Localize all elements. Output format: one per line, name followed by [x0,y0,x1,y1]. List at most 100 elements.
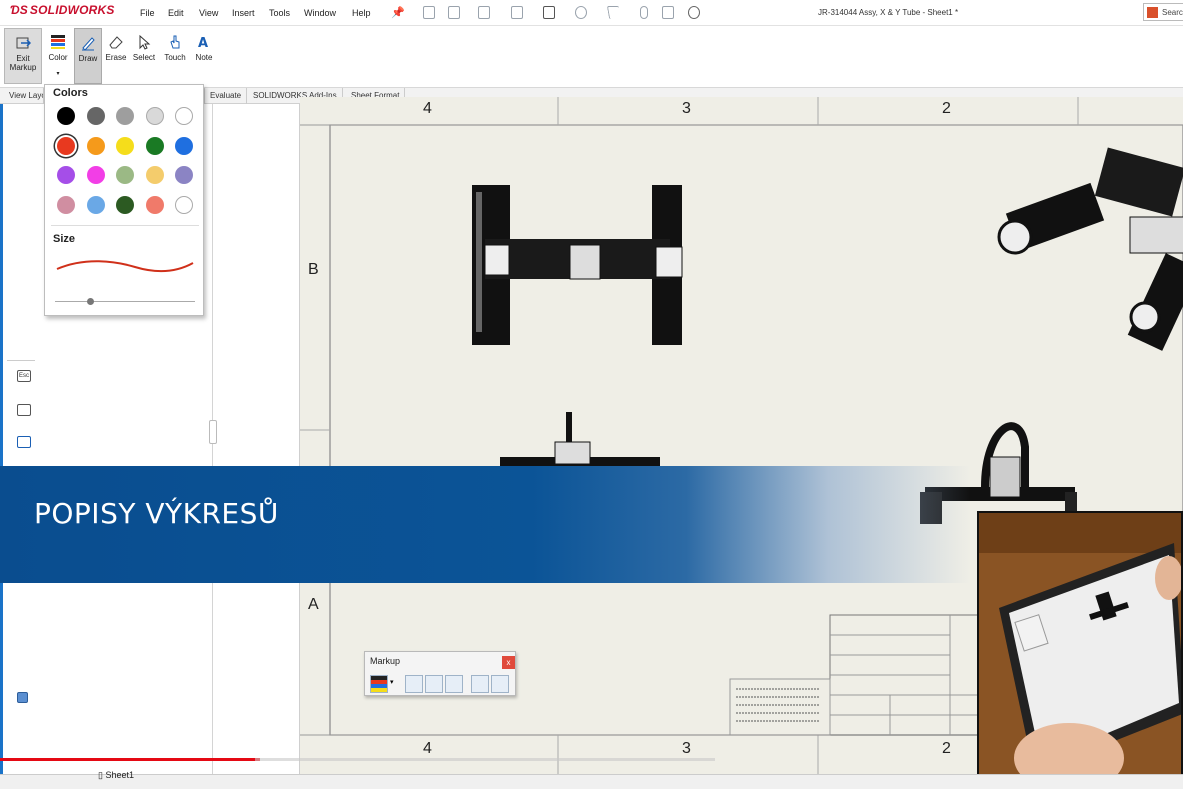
status-bar [0,774,1183,789]
cube-icon[interactable] [17,692,28,703]
escape-icon[interactable]: Esc [17,370,31,382]
eraser-icon [109,36,123,49]
zone-label: 4 [423,100,432,117]
color-swatch[interactable] [86,136,105,155]
video-progress-played[interactable] [0,758,261,761]
video-progress-remaining[interactable] [255,758,715,761]
tab-view-layout[interactable]: View Layout [4,88,44,104]
chevron-down-icon[interactable]: ▾ [390,678,394,686]
note-icon: A [198,36,208,50]
eraser-icon[interactable] [425,675,443,693]
color-swatch[interactable] [116,136,134,155]
color-swatch[interactable] [116,166,134,184]
erase-button[interactable]: Erase [103,28,129,84]
task-pane [209,104,300,774]
color-button[interactable]: Color ▾ [44,28,72,84]
menu-help[interactable]: Help [352,8,371,18]
color-swatch[interactable] [145,195,164,214]
isometric-view [997,147,1183,351]
arrow-cursor-icon [139,34,151,50]
hand-touch-icon [170,35,180,49]
h-frame-top-view [472,185,683,345]
sheet-tab[interactable]: ▯ Sheet1 [98,770,134,781]
undo-icon[interactable] [575,6,587,19]
open-folder-icon[interactable] [478,6,490,19]
color-palette-icon [51,35,65,49]
exit-markup-icon [16,37,31,49]
zone-label: A [308,596,319,613]
save-icon[interactable] [511,6,523,19]
size-title: Size [53,233,76,245]
exit-markup-button[interactable]: Exit Markup [4,28,42,84]
search-icon [1147,7,1158,18]
draw-button[interactable]: Draw [74,28,102,84]
divider [7,360,35,361]
rebuild-icon[interactable] [640,6,648,19]
size-slider-thumb[interactable] [87,298,94,305]
touch-button[interactable]: Touch [161,28,189,84]
select-cursor-icon[interactable] [606,6,622,19]
color-swatch[interactable] [175,195,193,214]
new-document-icon[interactable] [448,6,460,19]
color-swatch[interactable] [116,195,134,214]
color-swatch[interactable] [145,136,164,155]
print-icon[interactable] [543,6,555,19]
zone-label: 3 [682,100,691,117]
close-button[interactable]: x [502,656,515,669]
file-properties-icon[interactable] [662,6,674,19]
divider [51,225,199,226]
color-swatch[interactable] [175,166,193,184]
tablet-photo [979,513,1181,779]
pane-collapse-handle[interactable] [209,420,217,444]
arrow-cursor-icon[interactable] [445,675,463,693]
color-swatch[interactable] [57,166,75,184]
size-slider-track[interactable] [55,301,195,302]
pen-icon [82,37,95,51]
color-swatch[interactable] [57,136,75,155]
note-button[interactable]: A Note [190,28,218,84]
hand-touch-icon[interactable] [471,675,489,693]
menu-tools[interactable]: Tools [269,8,290,18]
note-icon[interactable] [491,675,509,693]
gear-icon[interactable] [688,6,700,19]
markup-toolbar: Markup x ▾ [364,651,516,696]
menu-bar: ƊS SOLIDWORKS File Edit View Insert Tools… [0,0,1183,26]
zone-label: 2 [942,740,951,757]
menu-window[interactable]: Window [304,8,336,18]
zone-label: 4 [423,740,432,757]
window-title: JR-314044 Assy, X & Y Tube - Sheet1 * [818,8,959,17]
search-input[interactable]: Searc [1143,3,1183,21]
menu-insert[interactable]: Insert [232,8,255,18]
color-palette-icon[interactable] [370,675,388,693]
banner-title: POPISY VÝKRESŮ [34,497,279,530]
svg-text:A: A [198,36,208,50]
color-swatch[interactable] [145,107,164,125]
zone-label: 2 [942,100,951,117]
color-swatch[interactable] [86,195,105,214]
menu-edit[interactable]: Edit [168,8,184,18]
menu-file[interactable]: File [140,8,155,18]
pin-icon[interactable]: 📌 [391,6,405,19]
zone-label: B [308,261,319,278]
color-swatch[interactable] [57,107,75,125]
color-swatch[interactable] [86,166,105,184]
tab-evaluate[interactable]: Evaluate [204,88,248,104]
colors-popup: Colors Size [44,84,204,316]
color-swatch[interactable] [57,195,75,214]
color-swatch[interactable] [175,136,193,155]
color-swatch[interactable] [145,166,164,184]
sheet-icon[interactable] [17,404,31,416]
solidworks-logo[interactable]: ƊS SOLIDWORKS [10,3,115,17]
color-swatch[interactable] [116,107,134,125]
menu-view[interactable]: View [199,8,218,18]
select-button[interactable]: Select [130,28,158,84]
color-swatch[interactable] [175,107,193,125]
webcam-inset [977,511,1183,781]
home-icon[interactable] [423,6,435,19]
pen-icon[interactable] [405,675,423,693]
color-swatch[interactable] [86,107,105,125]
assembly-tree-icon[interactable] [17,436,31,448]
chevron-down-icon[interactable]: ▾ [44,70,72,77]
sheet-icon: ▯ [98,770,103,780]
zone-label: 3 [682,740,691,757]
